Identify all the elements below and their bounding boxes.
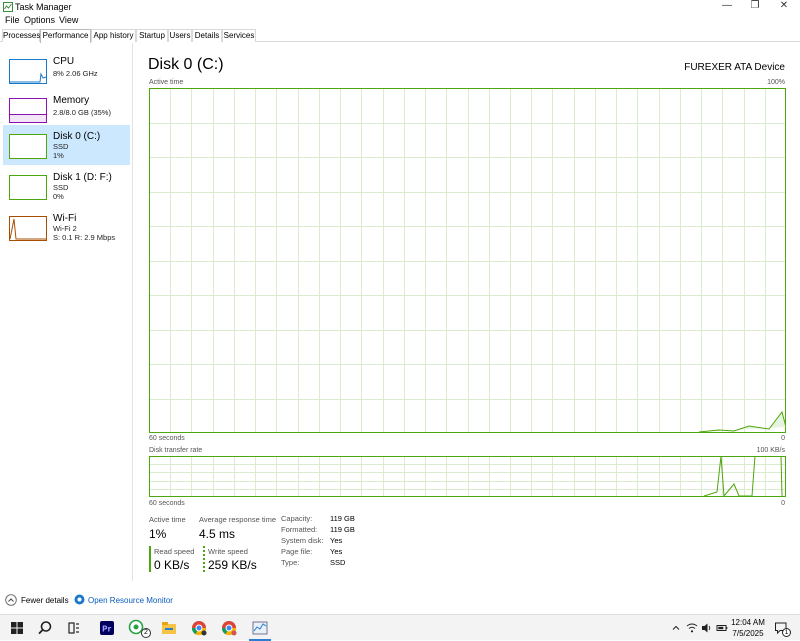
response-time-label: Average response time [199, 515, 276, 524]
prop-formatted-value: 119 GB [330, 525, 355, 534]
premiere-pro-icon[interactable]: Pr [98, 619, 116, 637]
sidebar-item-type: SSD [53, 142, 69, 151]
close-button[interactable]: ✕ [770, 0, 798, 14]
prop-type-key: Type: [281, 558, 300, 567]
tab-startup[interactable]: Startup [136, 29, 168, 42]
menu-options[interactable]: Options [24, 15, 55, 25]
write-speed-label: Write speed [208, 547, 248, 556]
write-speed-value: 259 KB/s [208, 558, 257, 572]
task-manager-taskbar-icon[interactable] [251, 619, 269, 637]
read-speed-label: Read speed [154, 547, 195, 556]
sidebar-item-usage: 0% [53, 192, 64, 201]
wifi-icon[interactable] [686, 622, 698, 634]
transfer-rate-duration: 60 seconds [149, 500, 185, 507]
transfer-rate-chart [149, 456, 786, 497]
transfer-rate-max: 100 KB/s [756, 447, 785, 454]
taskbar: Pr 2 12:04 AM 7/5/2025 1 [0, 614, 800, 641]
transfer-rate-min: 0 [781, 500, 785, 507]
prop-system-disk-value: Yes [330, 536, 343, 545]
footer-bar: Fewer details Open Resource Monitor [0, 592, 800, 608]
prop-formatted-key: Formatted: [281, 525, 318, 534]
task-view-icon[interactable] [65, 619, 83, 637]
resource-sidebar: CPU 8% 2.06 GHz Memory 2.8/8.0 GB (35%) … [0, 43, 133, 581]
sidebar-item-title: Disk 0 (C:) [53, 131, 101, 142]
tab-app-history[interactable]: App history [91, 29, 136, 42]
disk-1-thumbnail [9, 175, 47, 200]
prop-capacity-key: Capacity: [281, 514, 313, 523]
tab-users[interactable]: Users [168, 29, 192, 42]
file-explorer-icon[interactable] [160, 619, 178, 637]
chevron-up-icon[interactable] [5, 594, 17, 606]
open-resource-monitor-link[interactable]: Open Resource Monitor [88, 596, 173, 605]
page-title: Disk 0 (C:) [148, 56, 224, 73]
maximize-button[interactable]: ❐ [741, 0, 769, 14]
window-title: Task Manager [15, 2, 72, 12]
sidebar-item-title: Disk 1 (D: F:) [53, 172, 112, 183]
title-bar: Task Manager — ❐ ✕ [0, 0, 800, 14]
response-time-value: 4.5 ms [199, 527, 236, 541]
minimize-button[interactable]: — [713, 0, 741, 14]
device-name: FUREXER ATA Device [684, 62, 785, 73]
windows-start-icon[interactable] [8, 619, 26, 637]
write-speed-marker [203, 546, 205, 572]
active-time-duration: 60 seconds [149, 435, 185, 442]
cpu-thumbnail [9, 59, 47, 84]
sidebar-item-memory[interactable]: Memory 2.8/8.0 GB (35%) [3, 89, 130, 129]
fewer-details-button[interactable]: Fewer details [21, 596, 69, 605]
notification-badge: 1 [782, 628, 791, 637]
clock-date: 7/5/2025 [732, 629, 764, 638]
tab-performance[interactable]: Performance [40, 29, 91, 43]
sidebar-item-detail: 2.8/8.0 GB (35%) [53, 108, 111, 117]
sidebar-item-title: Wi-Fi [53, 213, 77, 224]
prop-page-file-key: Page file: [281, 547, 313, 556]
resource-monitor-icon [74, 594, 85, 605]
read-speed-value: 0 KB/s [154, 558, 190, 572]
prop-capacity-value: 119 GB [330, 514, 355, 523]
disk-0-thumbnail [9, 134, 47, 159]
battery-icon[interactable] [716, 622, 728, 634]
chrome-profile-icon[interactable] [220, 619, 238, 637]
speaker-icon[interactable] [701, 622, 713, 634]
sidebar-item-detail: 8% 2.06 GHz [53, 69, 98, 78]
clock-time: 12:04 AM [731, 618, 765, 627]
active-time-stat-value: 1% [149, 527, 167, 541]
tab-details[interactable]: Details [192, 29, 222, 42]
sidebar-item-disk-1[interactable]: Disk 1 (D: F:) SSD 0% [3, 166, 130, 206]
sidebar-item-wifi[interactable]: Wi-Fi Wi-Fi 2 S: 0.1 R: 2.9 Mbps [3, 207, 130, 247]
task-manager-icon [3, 2, 13, 12]
svg-text:Pr: Pr [102, 625, 111, 634]
chevron-up-tray-icon[interactable] [671, 623, 681, 633]
memory-thumbnail [9, 98, 47, 123]
sidebar-item-disk-0[interactable]: Disk 0 (C:) SSD 1% [3, 125, 130, 165]
search-icon[interactable] [36, 619, 54, 637]
sidebar-item-type: SSD [53, 183, 69, 192]
tab-services[interactable]: Services [222, 29, 256, 42]
sidebar-item-throughput: S: 0.1 R: 2.9 Mbps [53, 233, 116, 242]
active-time-min: 0 [781, 435, 785, 442]
read-speed-marker [149, 546, 151, 572]
prop-system-disk-key: System disk: [281, 536, 324, 545]
active-time-max: 100% [767, 79, 785, 86]
active-time-stat-label: Active time [149, 515, 186, 524]
prop-page-file-value: Yes [330, 547, 343, 556]
transfer-rate-label: Disk transfer rate [149, 447, 203, 454]
menu-view[interactable]: View [59, 15, 78, 25]
menu-file[interactable]: File [5, 15, 20, 25]
tab-bar: Processes Performance App history Startu… [0, 28, 800, 43]
prop-type-value: SSD [330, 558, 346, 567]
sidebar-item-adapter: Wi-Fi 2 [53, 224, 77, 233]
sidebar-item-usage: 1% [53, 151, 64, 160]
sidebar-item-cpu[interactable]: CPU 8% 2.06 GHz [3, 50, 130, 90]
active-time-chart [149, 88, 786, 433]
active-time-label: Active time [149, 79, 184, 86]
chrome-icon[interactable] [190, 619, 208, 637]
wifi-thumbnail [9, 216, 47, 241]
sidebar-item-title: CPU [53, 56, 75, 67]
tab-processes[interactable]: Processes [2, 29, 40, 42]
whatsapp-badge: 2 [141, 628, 151, 638]
clock[interactable]: 12:04 AM 7/5/2025 [731, 618, 765, 638]
sidebar-item-title: Memory [53, 95, 90, 106]
